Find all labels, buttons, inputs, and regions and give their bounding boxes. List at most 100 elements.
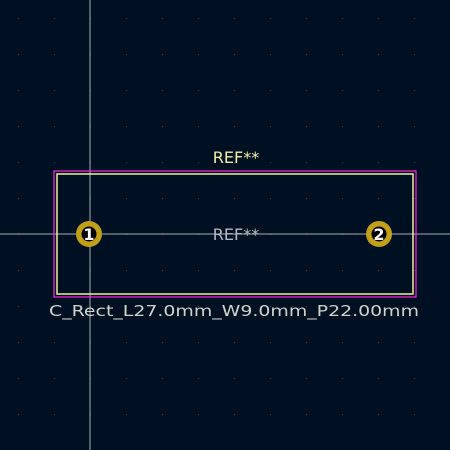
pad-1[interactable]: 1 [76,221,102,247]
grid-dot [306,54,307,55]
grid-dot [126,270,127,271]
grid-dot [378,162,379,163]
grid-dot [54,162,55,163]
grid-dot [378,414,379,415]
grid-dot [162,18,163,19]
grid-dot [306,126,307,127]
grid-dot [234,342,235,343]
grid-dot [18,90,19,91]
grid-dot [378,90,379,91]
footprint-value[interactable]: C_Rect_L27.0mm_W9.0mm_P22.00mm [49,302,419,321]
grid-dot [126,126,127,127]
grid-dot [198,54,199,55]
grid-dot [342,162,343,163]
grid-dot [18,270,19,271]
grid-dot [270,162,271,163]
grid-dot [414,162,415,163]
grid-dot [198,198,199,199]
pad-number-1: 1 [83,225,94,244]
grid-dot [18,378,19,379]
grid-dot [414,270,415,271]
grid-dot [234,198,235,199]
grid-dot [234,378,235,379]
grid-dot [126,162,127,163]
grid-dot [18,198,19,199]
grid-dot [198,126,199,127]
pad-number-2: 2 [373,225,384,244]
grid-dot [378,342,379,343]
grid-dot [270,378,271,379]
grid-dot [270,54,271,55]
grid-dot [414,342,415,343]
grid-dot [270,198,271,199]
grid-dot [342,54,343,55]
grid-dot [378,18,379,19]
grid-dot [378,198,379,199]
grid-dot [54,342,55,343]
grid-dot [234,414,235,415]
grid-dot [162,378,163,379]
grid-dot [342,270,343,271]
grid-dot [162,270,163,271]
pad-2[interactable]: 2 [366,221,392,247]
footprint-view[interactable]: REF** REF** 1 2 C_Rect_L27.0mm_W9.0mm_P2… [0,0,450,450]
grid-dot [306,90,307,91]
grid-dot [414,18,415,19]
grid-dot [162,198,163,199]
grid-dot [54,414,55,415]
reference-designator-fab[interactable]: REF** [213,225,259,244]
grid-dot [54,378,55,379]
grid-dot [198,90,199,91]
grid-dot [126,90,127,91]
grid-dot [162,54,163,55]
grid-dot [198,162,199,163]
grid-dot [306,414,307,415]
grid-dot [198,18,199,19]
grid-dot [342,198,343,199]
grid-dot [126,18,127,19]
grid-dot [198,270,199,271]
grid-dot [414,414,415,415]
grid-dot [342,126,343,127]
grid-dot [342,378,343,379]
grid-dot [234,18,235,19]
grid-dot [378,378,379,379]
grid-dot [162,90,163,91]
grid-dot [270,90,271,91]
grid-dot [270,18,271,19]
grid-dot [162,162,163,163]
grid-dot [18,162,19,163]
grid-dot [162,342,163,343]
grid-dot [234,270,235,271]
grid-dot [126,378,127,379]
grid-dot [198,378,199,379]
grid-dot [414,90,415,91]
grid-dot [18,414,19,415]
grid-dot [342,90,343,91]
grid-dot [18,126,19,127]
grid-dot [270,126,271,127]
grid-dot [378,54,379,55]
grid-dot [18,18,19,19]
grid-dot [18,306,19,307]
grid-dot [342,342,343,343]
grid-dot [126,414,127,415]
grid-dot [18,342,19,343]
grid-dot [306,342,307,343]
grid-dot [126,342,127,343]
grid-dot [342,414,343,415]
grid-dot [270,414,271,415]
grid-dot [306,162,307,163]
grid-dot [234,126,235,127]
grid-dot [306,270,307,271]
grid-dot [378,270,379,271]
reference-designator-top[interactable]: REF** [213,148,259,167]
grid-dot [378,126,379,127]
pcb-footprint-canvas[interactable]: REF** REF** 1 2 C_Rect_L27.0mm_W9.0mm_P2… [0,0,450,450]
grid-dot [306,378,307,379]
grid-dot [162,414,163,415]
grid-dot [414,378,415,379]
grid-dot [198,342,199,343]
grid-dot [54,54,55,55]
grid-dot [306,18,307,19]
